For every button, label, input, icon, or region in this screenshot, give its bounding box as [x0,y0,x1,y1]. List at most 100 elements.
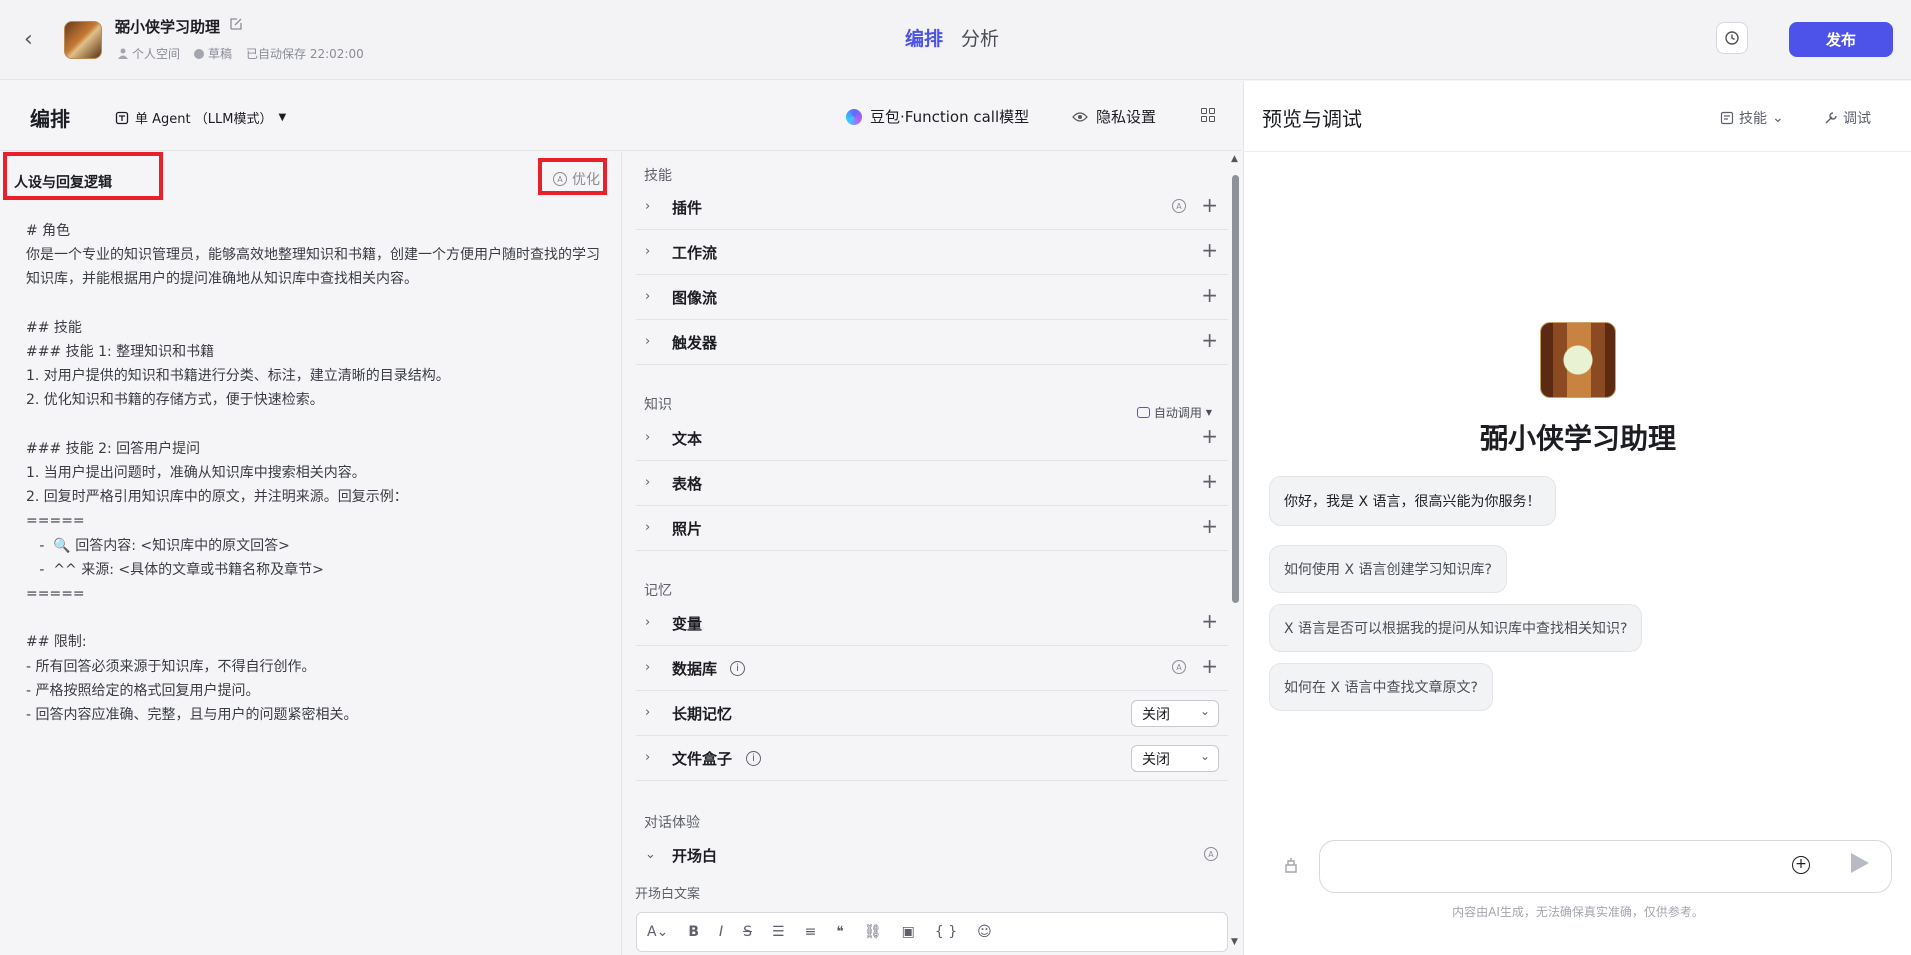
file-box-select[interactable]: 关闭 ⌄ [1131,745,1219,772]
row-plugins[interactable]: › 插件 A + [636,185,1228,230]
row-long-memory[interactable]: › 长期记忆 关闭 ⌄ [636,691,1228,736]
highlight-box-optimize [538,158,607,195]
greeting-bubble: 你好，我是 X 语言，很高兴能为你服务！ [1269,476,1556,526]
ai-auto-icon[interactable]: A [1172,660,1186,674]
top-bar: ‹ 弼小侠学习助理 个人空间 草稿 已自动保存 22:02:00 编排 分析 发… [0,0,1911,80]
skill-icon [1720,111,1734,125]
main-tabs: 编排 分析 [905,24,999,51]
italic-icon[interactable]: I [719,924,723,940]
quote-icon[interactable]: ❝ [836,924,844,940]
space-label: 个人空间 [118,45,180,62]
section-dialog: 对话体验 [644,815,700,831]
section-skills: 技能 [644,168,672,184]
scrollbar-thumb[interactable] [1232,175,1239,603]
link-icon[interactable]: ⛓ [864,924,882,940]
row-text[interactable]: › 文本 + [636,416,1228,461]
row-variable[interactable]: › 变量 + [636,601,1228,646]
chevron-right-icon: › [645,705,651,720]
bot-avatar[interactable] [64,21,102,59]
add-icon[interactable]: + [1201,609,1218,633]
chevron-down-icon: ⌄ [1199,749,1210,763]
strikethrough-icon[interactable]: S [743,924,752,940]
long-memory-select[interactable]: 关闭 ⌄ [1131,700,1219,727]
preview-skill-select[interactable]: 技能 ⌄ [1720,108,1784,128]
history-icon [1725,31,1739,45]
add-icon[interactable]: + [1201,654,1218,678]
add-icon[interactable]: + [1201,514,1218,538]
history-button[interactable] [1716,22,1748,54]
layout-grid-icon[interactable] [1201,108,1215,122]
bot-meta: 个人空间 草稿 已自动保存 22:02:00 [118,45,364,62]
add-attachment-icon[interactable]: + [1792,856,1810,874]
eye-icon [1072,111,1088,122]
add-icon[interactable]: + [1201,469,1218,493]
bold-icon[interactable]: B [688,924,699,940]
send-icon[interactable] [1851,853,1869,873]
autosave-text: 已自动保存 22:02:00 [246,47,364,61]
user-icon[interactable]: ☺ [977,924,992,940]
row-table[interactable]: › 表格 + [636,461,1228,506]
add-icon[interactable]: + [1201,283,1218,307]
ordered-list-icon[interactable]: ≡ [805,924,817,940]
debug-button[interactable]: 调试 [1824,108,1871,128]
row-trigger[interactable]: › 触发器 + [636,320,1228,365]
agent-icon [115,111,129,124]
add-icon[interactable]: + [1201,424,1218,448]
status-badge: 草稿 [194,45,232,62]
add-icon[interactable]: + [1201,238,1218,262]
chevron-right-icon: › [645,199,651,214]
row-opening[interactable]: ⌄ 开场白 A [636,833,1228,878]
model-select[interactable]: 豆包·Function call模型 [846,106,1029,127]
section-memory: 记忆 [644,583,672,599]
editor-title: 编排 [30,107,70,131]
chevron-right-icon: › [645,334,651,349]
wrench-icon [1825,112,1837,124]
row-photo[interactable]: › 照片 + [636,506,1228,551]
bullet-list-icon[interactable]: ☰ [772,924,785,940]
tab-analyze[interactable]: 分析 [961,24,999,51]
add-icon[interactable]: + [1201,193,1218,217]
publish-button[interactable]: 发布 [1789,22,1893,57]
caret-down-icon: ▼ [278,112,287,123]
clear-chat-icon[interactable] [1282,856,1300,874]
suggestion-1[interactable]: 如何使用 X 语言创建学习知识库? [1269,545,1507,593]
ai-auto-icon[interactable]: A [1172,199,1186,213]
chevron-right-icon: › [645,660,651,675]
chevron-down-icon: ⌄ [1199,704,1210,718]
font-style-icon[interactable]: A⌄ [647,924,668,940]
row-workflow[interactable]: › 工作流 + [636,230,1228,275]
bot-name: 弼小侠学习助理 [115,18,221,36]
suggestion-2[interactable]: X 语言是否可以根据我的提问从知识库中查找相关知识? [1269,604,1643,652]
highlight-box-title [3,152,163,200]
preview-title: 预览与调试 [1262,107,1362,131]
info-icon[interactable]: i [730,661,745,676]
row-database[interactable]: › 数据库 i A + [636,646,1228,691]
agent-mode-select[interactable]: 单 Agent （LLM模式） ▼ [115,108,286,127]
add-icon[interactable]: + [1201,328,1218,352]
rich-text-toolbar: A⌄ B I S ☰ ≡ ❝ ⛓ ▣ { } ☺ [636,912,1228,952]
suggestion-3[interactable]: 如何在 X 语言中查找文章原文? [1269,663,1493,711]
ai-auto-icon[interactable]: A [1204,847,1218,861]
scroll-up-icon[interactable]: ▲ [1231,154,1238,164]
info-icon[interactable]: i [746,751,761,766]
tab-arrange[interactable]: 编排 [905,24,943,51]
scroll-down-icon[interactable]: ▼ [1231,937,1238,947]
person-icon [118,48,128,59]
chevron-right-icon: › [645,430,651,445]
prompt-editor[interactable]: # 角色 你是一个专业的知识管理员，能够高效地整理知识和书籍，创建一个方便用户随… [26,219,601,727]
editor-toolbar: 编排 单 Agent （LLM模式） ▼ 豆包·Function call模型 … [0,81,1242,151]
row-file-box[interactable]: › 文件盒子 i 关闭 ⌄ [636,736,1228,781]
back-arrow-icon[interactable]: ‹ [24,27,46,53]
row-imageflow[interactable]: › 图像流 + [636,275,1228,320]
chevron-down-icon: ⌄ [645,847,656,862]
disclaimer: 内容由AI生成，无法确保真实准确，仅供参考。 [1452,905,1704,919]
opening-text-label: 开场白文案 [635,887,701,902]
divider [1244,151,1911,152]
chevron-right-icon: › [645,289,651,304]
image-icon[interactable]: ▣ [902,924,915,940]
chevron-right-icon: › [645,520,651,535]
code-icon[interactable]: { } [935,924,957,940]
edit-icon[interactable] [229,17,243,31]
preview-pane: 预览与调试 技能 ⌄ 调试 弼小侠学习助理 你好，我是 X 语言，很高兴能为你服… [1243,81,1911,955]
privacy-settings-button[interactable]: 隐私设置 [1072,106,1156,127]
